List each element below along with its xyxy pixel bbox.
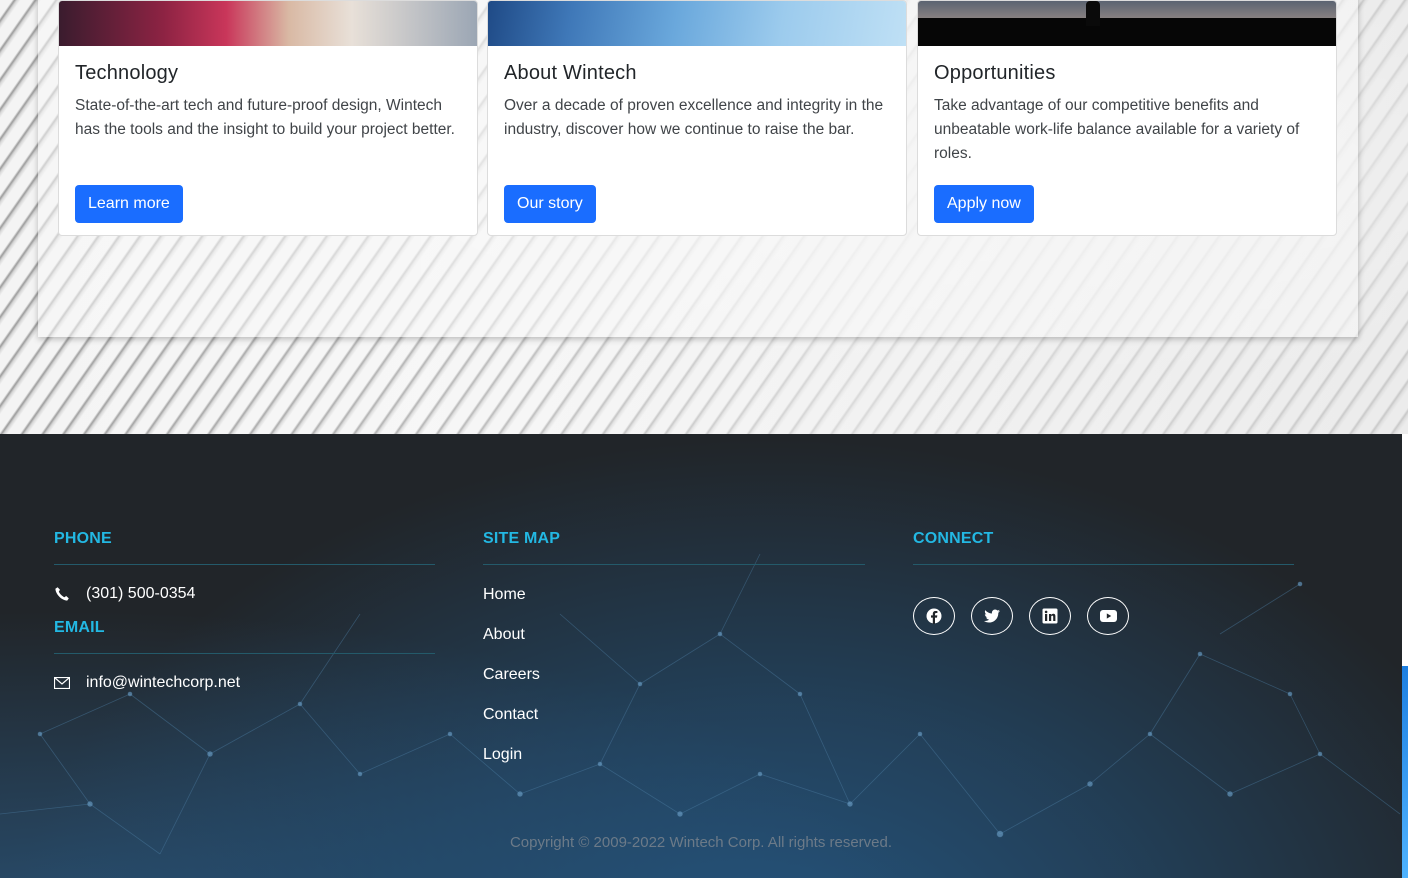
sitemap-heading: SITE MAP (483, 530, 561, 547)
sitemap-column: SITE MAP Home About Careers Contact Logi… (483, 530, 865, 765)
site-footer: PHONE (301) 500-0354 EMAIL info@wintechc… (0, 434, 1402, 878)
twitter-icon[interactable] (971, 597, 1013, 635)
divider (54, 564, 435, 565)
linkedin-icon[interactable] (1029, 597, 1071, 635)
phone-email-column: PHONE (301) 500-0354 EMAIL info@wintechc… (54, 530, 435, 692)
connect-heading: CONNECT (913, 530, 994, 547)
connect-column: CONNECT (913, 530, 1294, 635)
scrollbar[interactable] (1402, 434, 1408, 878)
sitemap-link-contact[interactable]: Contact (483, 705, 865, 725)
card-image (59, 1, 477, 46)
sitemap-link-login[interactable]: Login (483, 745, 865, 765)
sitemap-link-home[interactable]: Home (483, 585, 865, 605)
divider (913, 564, 1294, 565)
learn-more-button[interactable]: Learn more (75, 185, 183, 223)
phone-number[interactable]: (301) 500-0354 (86, 585, 195, 603)
facebook-icon[interactable] (913, 597, 955, 635)
our-story-button[interactable]: Our story (504, 185, 596, 223)
card-title: About Wintech (504, 62, 637, 84)
sitemap-links: Home About Careers Contact Login (483, 585, 865, 765)
sitemap-link-about[interactable]: About (483, 625, 865, 645)
envelope-icon (54, 675, 70, 691)
copyright-text: Copyright © 2009-2022 Wintech Corp. All … (509, 834, 893, 851)
sitemap-link-careers[interactable]: Careers (483, 665, 865, 685)
feature-cards: Technology State-of-the-art tech and fut… (58, 0, 1338, 236)
divider (483, 564, 865, 565)
email-heading: EMAIL (54, 619, 105, 636)
scrollbar-thumb[interactable] (1402, 666, 1408, 878)
divider (54, 653, 435, 654)
youtube-icon[interactable] (1087, 597, 1129, 635)
card-technology: Technology State-of-the-art tech and fut… (58, 0, 478, 236)
card-opportunities: Opportunities Take advantage of our comp… (917, 0, 1337, 236)
social-links (913, 597, 1294, 635)
card-image (488, 1, 906, 46)
phone-heading: PHONE (54, 530, 112, 547)
card-about: About Wintech Over a decade of proven ex… (487, 0, 907, 236)
card-text: Over a decade of proven excellence and i… (504, 97, 884, 138)
card-text: Take advantage of our competitive benefi… (934, 97, 1300, 162)
apply-now-button[interactable]: Apply now (934, 185, 1034, 223)
email-address[interactable]: info@wintechcorp.net (86, 674, 240, 692)
card-text: State-of-the-art tech and future-proof d… (75, 97, 455, 138)
card-title: Technology (75, 62, 179, 84)
card-image (918, 1, 1336, 46)
card-title: Opportunities (934, 62, 1056, 84)
phone-icon (54, 586, 70, 602)
